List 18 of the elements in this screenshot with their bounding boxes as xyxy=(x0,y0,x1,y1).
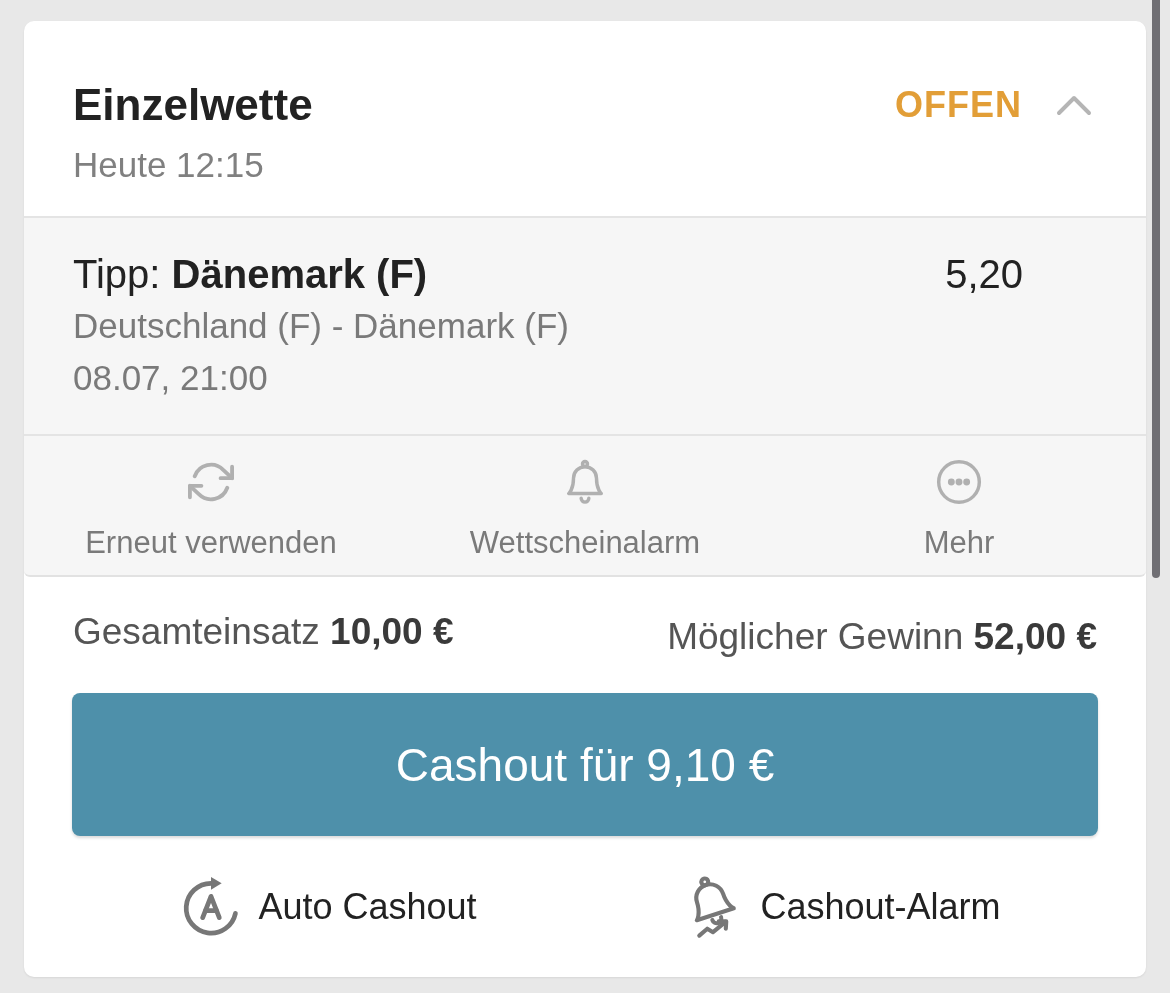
status-label: OFFEN xyxy=(895,83,1022,127)
more-button[interactable]: Mehr xyxy=(923,436,995,575)
reuse-button[interactable]: Erneut verwenden xyxy=(85,436,337,575)
tip-text: Tipp: Dänemark (F) xyxy=(73,251,429,298)
bet-type-title: Einzelwette xyxy=(73,82,313,128)
event-name: Deutschland (F) - Dänemark (F) xyxy=(73,305,569,347)
scrollbar[interactable] xyxy=(1152,0,1160,578)
auto-cashout-button[interactable]: Auto Cashout xyxy=(180,874,477,939)
chevron-icon[interactable] xyxy=(1056,94,1092,116)
potential-win-text: Möglicher Gewinn 52,00 € xyxy=(667,615,1097,659)
cashout-button[interactable]: Cashout für 9,10 € xyxy=(72,693,1098,836)
total-stake-text: Gesamteinsatz 10,00 € xyxy=(73,610,454,654)
odds-value: 5,20 xyxy=(945,251,1023,298)
cashout-alarm-button[interactable]: Cashout-Alarm xyxy=(682,874,1001,939)
event-date: 08.07, 21:00 xyxy=(73,357,269,399)
bet-time: Heute 12:15 xyxy=(73,146,265,184)
bet-alarm-button[interactable]: Wettscheinalarm xyxy=(469,436,701,575)
more-icon xyxy=(936,459,982,505)
